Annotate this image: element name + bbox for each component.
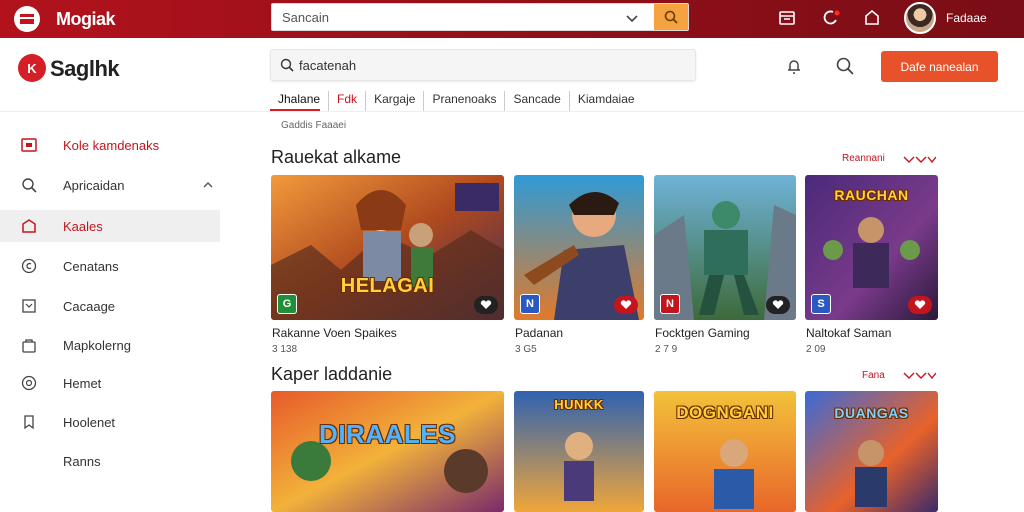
brand-name[interactable]: Saglhk — [50, 56, 120, 82]
favorite-icon[interactable] — [614, 296, 638, 314]
top-search-input[interactable]: Sancain — [282, 10, 329, 25]
sidebar-item-label: Cenatans — [63, 258, 119, 274]
sidebar-item-4[interactable]: Cacaage — [0, 290, 220, 322]
chevron-up-icon[interactable] — [202, 179, 214, 191]
search-icon[interactable] — [834, 55, 856, 77]
card-art-title: RAUCHAN — [834, 187, 909, 203]
sidebar-item-label: Hoolenet — [63, 414, 116, 430]
card-title[interactable]: Rakanne Voen Spaikes — [272, 326, 397, 340]
game-artwork — [271, 391, 504, 512]
home-icon — [22, 219, 36, 233]
card-meta: 3 G5 — [515, 344, 537, 355]
brand-logo-icon[interactable]: K — [18, 54, 46, 82]
game-card[interactable]: RAUCHAN S — [805, 175, 938, 320]
chevron-down-icon[interactable] — [902, 370, 936, 382]
card-meta: 2 7 9 — [655, 344, 678, 355]
sidebar-item-label: Ranns — [63, 453, 101, 469]
sidebar-item-8[interactable]: Ranns — [0, 445, 220, 477]
platform-badge: N — [520, 294, 540, 314]
card-meta: 2 09 — [806, 344, 826, 355]
sidebar-item-7[interactable]: Hoolenet — [0, 406, 220, 438]
platform-badge: S — [811, 294, 831, 314]
tab-2[interactable]: Kargaje — [366, 91, 425, 111]
section-title: Rauekat alkame — [271, 147, 402, 167]
category-tabs: Jhalane Fdk Kargaje Pranenoaks Sancade K… — [270, 91, 710, 111]
card-art-title: DOGNGANI — [676, 403, 774, 422]
tab-4[interactable]: Sancade — [505, 91, 570, 111]
top-bar: Mogiak Sancain Fadaae — [0, 0, 1024, 38]
sidebar-item-label: Cacaage — [63, 298, 116, 314]
top-search-button[interactable] — [654, 4, 688, 30]
search-icon — [22, 178, 37, 193]
sidebar-item-label: Kaales — [63, 218, 103, 234]
favorite-icon[interactable] — [474, 296, 498, 314]
card-art-title: DUANGAS — [834, 405, 909, 421]
game-card[interactable]: DOGNGANI — [654, 391, 796, 512]
main-header: K Saglhk facatenah Dafe nanealan Jhalane… — [0, 38, 1024, 112]
top-search-field[interactable]: Sancain — [271, 3, 689, 31]
card-title[interactable]: Focktgen Gaming — [655, 326, 750, 340]
chevron-down-icon[interactable] — [624, 10, 640, 26]
see-more-link[interactable]: Reannani — [842, 153, 885, 164]
chevron-down-icon[interactable] — [902, 154, 936, 166]
breadcrumb: Gaddis Faaaei — [281, 120, 347, 131]
card-art-title: HELAGAI — [340, 275, 435, 297]
home-icon[interactable] — [861, 7, 883, 29]
card-art-title: DIRAALES — [319, 419, 456, 449]
see-more-link[interactable]: Fana — [862, 370, 885, 381]
game-artwork — [271, 175, 504, 320]
tv-icon — [21, 138, 37, 152]
card-meta: 3 138 — [272, 344, 298, 355]
sidebar-item-3[interactable]: Cenatans — [0, 250, 220, 282]
bag-icon — [22, 339, 36, 353]
favorite-icon[interactable] — [908, 296, 932, 314]
section-title: Kaper laddanie — [271, 364, 393, 384]
sidebar-item-5[interactable]: Mapkolerng — [0, 329, 220, 361]
sidebar-item-0[interactable]: Kole kamdenaks — [0, 129, 220, 161]
tab-1[interactable]: Fdk — [329, 91, 367, 111]
tab-0[interactable]: Jhalane — [270, 91, 330, 111]
sidebar-item-label: Apricaidan — [63, 177, 125, 193]
sidebar-item-6[interactable]: Hemet — [0, 367, 220, 399]
game-card[interactable]: HELAGAI G — [271, 175, 504, 320]
sidebar-item-label: Hemet — [63, 375, 102, 391]
notification-icon[interactable] — [820, 7, 842, 29]
game-card[interactable]: DUANGAS — [805, 391, 938, 512]
bookmark-icon — [24, 415, 34, 430]
app-brand[interactable]: Mogiak — [56, 9, 116, 30]
game-card[interactable]: N — [654, 175, 796, 320]
favorite-icon[interactable] — [766, 296, 790, 314]
sidebar-item-1[interactable]: Apricaidan — [0, 169, 220, 201]
search-icon — [280, 58, 294, 72]
card-art-title: HUNKK — [554, 397, 604, 412]
box-icon — [22, 299, 36, 313]
card-title[interactable]: Padanan — [515, 326, 563, 340]
search-icon — [664, 10, 678, 24]
sidebar-item-label: Kole kamdenaks — [63, 137, 160, 153]
game-card[interactable]: N — [514, 175, 644, 320]
tab-5[interactable]: Kiamdaiae — [570, 91, 643, 111]
platform-badge: N — [660, 294, 680, 314]
circle-c-icon — [21, 258, 37, 274]
user-name[interactable]: Fadaae — [946, 11, 987, 25]
card-title[interactable]: Naltokaf Saman — [806, 326, 891, 340]
inbox-icon[interactable] — [776, 7, 798, 29]
globe-icon — [21, 375, 37, 391]
main-search-field[interactable]: facatenah — [270, 49, 696, 81]
avatar[interactable] — [904, 2, 936, 34]
sidebar-item-label: Mapkolerng — [63, 337, 131, 353]
sidebar: Kole kamdenaks Apricaidan Kaales Cenatan… — [0, 113, 230, 512]
bell-icon[interactable] — [784, 56, 804, 76]
platform-badge: G — [277, 294, 297, 314]
main-search-input[interactable]: facatenah — [299, 58, 356, 73]
sidebar-item-2[interactable]: Kaales — [0, 210, 220, 242]
cta-button[interactable]: Dafe nanealan — [881, 51, 998, 82]
app-logo-icon[interactable] — [14, 6, 40, 32]
game-card[interactable]: HUNKK — [514, 391, 644, 512]
game-card[interactable]: DIRAALES — [271, 391, 504, 512]
tab-3[interactable]: Pranenoaks — [424, 91, 506, 111]
